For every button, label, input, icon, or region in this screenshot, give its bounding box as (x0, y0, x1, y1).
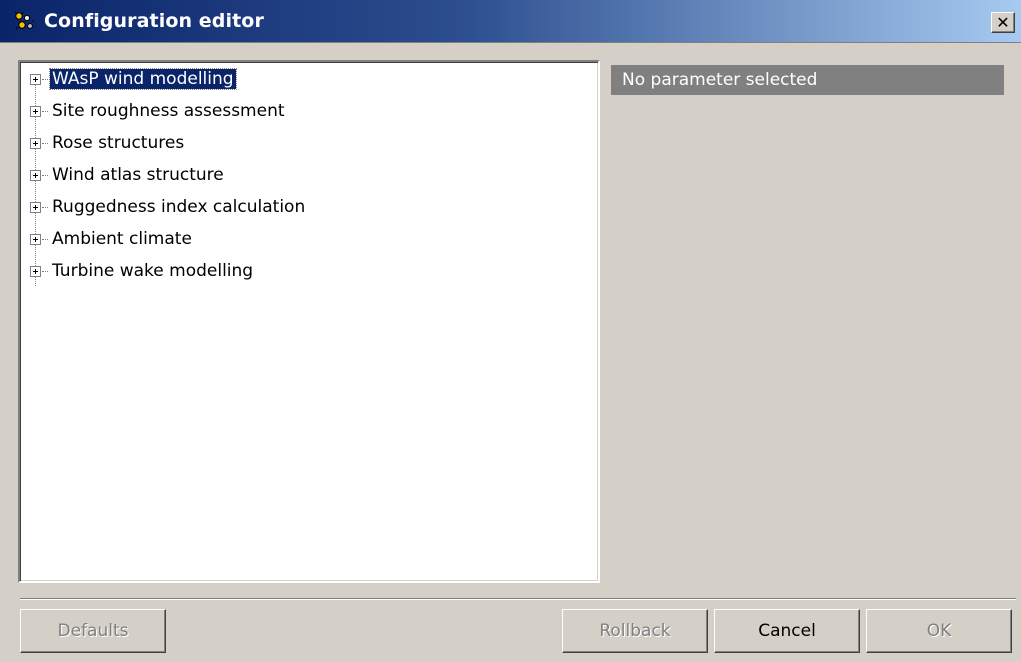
rollback-button[interactable]: Rollback (562, 609, 708, 653)
tree-item-rose-structures[interactable]: Rose structures (30, 130, 186, 156)
tree-item-label[interactable]: Rose structures (50, 133, 186, 153)
expand-plus-icon[interactable] (30, 73, 41, 85)
close-button[interactable]: ✕ (991, 12, 1015, 33)
expand-plus-icon[interactable] (30, 233, 41, 245)
defaults-button[interactable]: Defaults (20, 609, 166, 653)
expand-plus-icon[interactable] (30, 169, 41, 181)
tree-item-ambient-climate[interactable]: Ambient climate (30, 226, 194, 252)
cancel-button[interactable]: Cancel (714, 609, 860, 653)
tree-item-label[interactable]: Site roughness assessment (50, 101, 287, 121)
tree-item-label[interactable]: Ambient climate (50, 229, 194, 249)
tree-branch-line (42, 78, 48, 80)
tree-item-site-roughness-assessment[interactable]: Site roughness assessment (30, 98, 287, 124)
tree-item-turbine-wake-modelling[interactable]: Turbine wake modelling (30, 258, 255, 284)
close-icon: ✕ (996, 12, 1010, 32)
tree-item-ruggedness-index-calculation[interactable]: Ruggedness index calculation (30, 194, 307, 220)
tree-item-wind-atlas-structure[interactable]: Wind atlas structure (30, 162, 226, 188)
tree-branch-line (42, 110, 48, 112)
window-title: Configuration editor (44, 10, 264, 32)
tree-branch-line (42, 206, 48, 208)
parameter-status-text: No parameter selected (622, 70, 818, 90)
title-bar[interactable]: Configuration editor ✕ (0, 0, 1021, 43)
tree-item-wasp-wind-modelling[interactable]: WAsP wind modelling (30, 66, 237, 92)
expand-plus-icon[interactable] (30, 105, 41, 117)
tree-branch-line (42, 238, 48, 240)
tree-item-label[interactable]: Ruggedness index calculation (50, 197, 307, 217)
button-separator (20, 598, 1016, 600)
parameter-panel-header: No parameter selected (611, 65, 1004, 95)
tree-item-label[interactable]: WAsP wind modelling (49, 68, 237, 90)
ok-button[interactable]: OK (866, 609, 1012, 653)
tree-item-label[interactable]: Turbine wake modelling (50, 261, 255, 281)
cancel-button-label: Cancel (758, 621, 816, 641)
tree-branch-line (42, 270, 48, 272)
expand-plus-icon[interactable] (30, 201, 41, 213)
expand-plus-icon[interactable] (30, 137, 41, 149)
rollback-button-label: Rollback (599, 621, 671, 641)
ok-button-label: OK (926, 621, 952, 641)
tree-item-label[interactable]: Wind atlas structure (50, 165, 226, 185)
configuration-tree[interactable]: WAsP wind modelling Site roughness asses… (18, 60, 600, 583)
tree-branch-line (42, 142, 48, 144)
tree-branch-line (42, 174, 48, 176)
expand-plus-icon[interactable] (30, 265, 41, 277)
configuration-app-icon (14, 11, 34, 30)
defaults-button-label: Defaults (57, 621, 129, 641)
